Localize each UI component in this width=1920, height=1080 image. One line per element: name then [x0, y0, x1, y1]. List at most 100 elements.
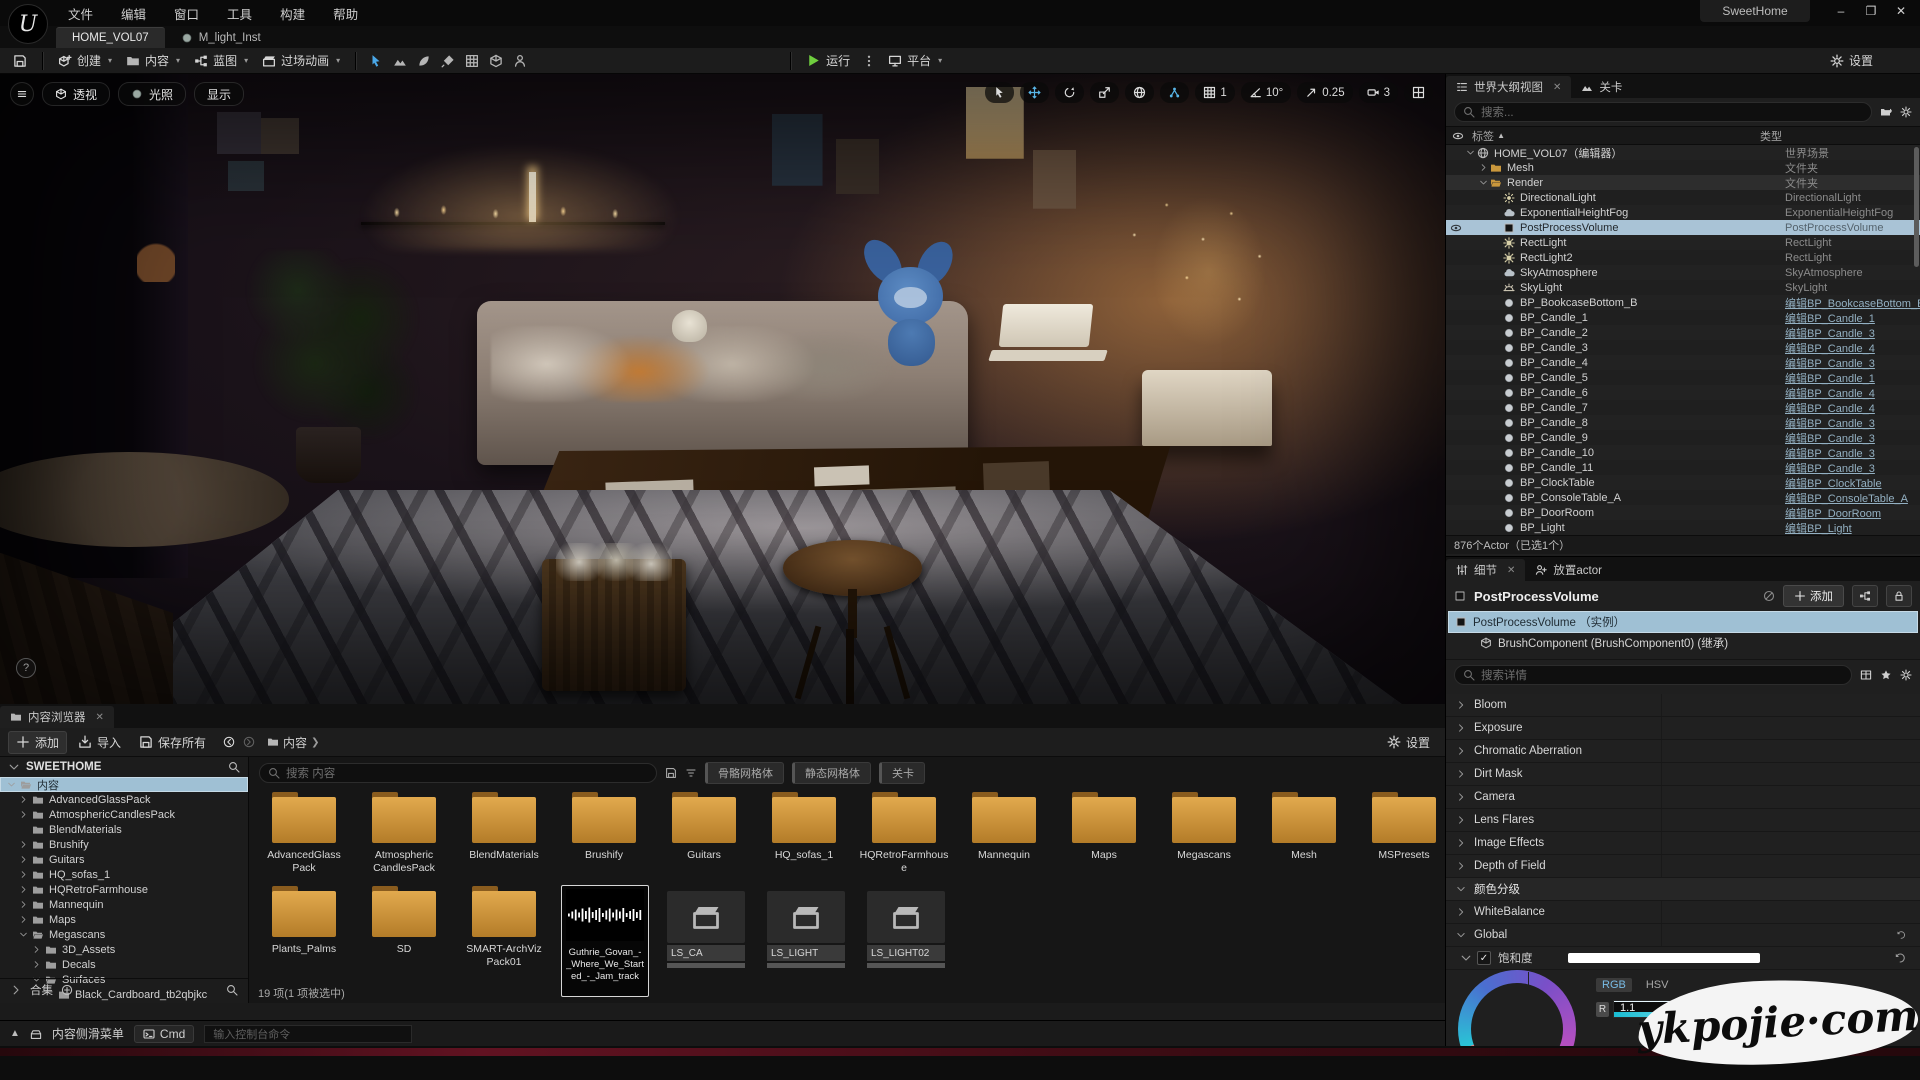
camera-speed-control[interactable]: 3: [1359, 82, 1398, 103]
outliner-row[interactable]: BP_Candle_7编辑BP_Candle_4: [1446, 400, 1920, 415]
property-category-bloom[interactable]: Bloom: [1446, 694, 1920, 717]
show-flags-selector[interactable]: 显示: [194, 82, 244, 106]
expand-arrow-icon[interactable]: [1456, 815, 1466, 825]
details-search-input[interactable]: 搜索详情: [1454, 665, 1852, 685]
menu-file[interactable]: 文件: [54, 0, 107, 26]
actor-type[interactable]: 编辑BP_Candle_3: [1785, 445, 1920, 461]
expand-arrow-icon[interactable]: [1456, 769, 1466, 779]
asset-tile-hqretrofarmhouse[interactable]: HQRetroFarmhouse: [861, 791, 947, 875]
asset-tile-ls_light[interactable]: LS_LIGHT: [763, 885, 849, 997]
outliner-row[interactable]: BP_Candle_6编辑BP_Candle_4: [1446, 385, 1920, 400]
expand-arrow-icon[interactable]: [1456, 838, 1466, 848]
add-collection-icon[interactable]: [61, 984, 73, 996]
asset-tile-plants_palms[interactable]: Plants_Palms: [261, 885, 347, 997]
move-tool-icon[interactable]: [1020, 82, 1049, 103]
lock-icon[interactable]: [1886, 585, 1912, 607]
search-icon[interactable]: [226, 984, 238, 996]
asset-tile-guthrie_govan_-_where_we_started_-_jam_track[interactable]: Guthrie_Govan_-_Where_We_Started_-_Jam_t…: [561, 885, 649, 997]
expand-arrow-icon[interactable]: [32, 960, 41, 969]
expand-arrow-icon[interactable]: [19, 885, 28, 894]
expand-arrow-icon[interactable]: [1456, 792, 1466, 802]
expand-arrow-icon[interactable]: [19, 915, 28, 924]
grid-snap-control[interactable]: 1: [1195, 82, 1234, 103]
perspective-selector[interactable]: 透视: [42, 82, 110, 106]
outliner-row[interactable]: RectLightRectLight: [1446, 235, 1920, 250]
cb-add-button[interactable]: 添加: [8, 731, 67, 754]
menu-build[interactable]: 构建: [266, 0, 319, 26]
cmd-button[interactable]: Cmd: [134, 1025, 194, 1043]
rotate-tool-icon[interactable]: [1055, 82, 1084, 103]
outliner-row[interactable]: HOME_VOL07（编辑器）世界场景: [1446, 145, 1920, 160]
display-mode-icon[interactable]: [1860, 669, 1872, 681]
tab-level[interactable]: HOME_VOL07: [56, 27, 165, 48]
expand-arrow-icon[interactable]: [32, 945, 41, 954]
tab-content-browser[interactable]: 内容浏览器✕: [0, 706, 114, 728]
outliner-row[interactable]: BP_Candle_5编辑BP_Candle_1: [1446, 370, 1920, 385]
folder-tree-item-blendmaterials[interactable]: BlendMaterials: [0, 822, 248, 837]
actor-type[interactable]: 编辑BP_Candle_4: [1785, 340, 1920, 356]
color-wheel[interactable]: [1458, 970, 1576, 1046]
folder-tree-item-atmosphericcandlespack[interactable]: AtmosphericCandlesPack: [0, 807, 248, 822]
expand-drawer-icon[interactable]: ▲: [10, 1028, 20, 1039]
actor-type[interactable]: 编辑BP_Candle_3: [1785, 430, 1920, 446]
actor-type[interactable]: 编辑BP_Candle_4: [1785, 400, 1920, 416]
platforms-button[interactable]: 平台▾: [881, 50, 949, 71]
property-category-lens-flares[interactable]: Lens Flares: [1446, 809, 1920, 832]
cinematics-button[interactable]: 过场动画▾: [255, 50, 347, 71]
asset-tile-blendmaterials[interactable]: BlendMaterials: [461, 791, 547, 875]
actor-type[interactable]: 编辑BP_Candle_3: [1785, 355, 1920, 371]
expand-arrow-icon[interactable]: [19, 795, 28, 804]
expand-arrow-icon[interactable]: [1456, 907, 1466, 917]
expand-arrow-icon[interactable]: [1456, 746, 1466, 756]
menu-help[interactable]: 帮助: [319, 0, 372, 26]
asset-tile-megascans[interactable]: Megascans: [1161, 791, 1247, 875]
details-settings-icon[interactable]: [1900, 669, 1912, 681]
close-tab-icon[interactable]: ✕: [96, 712, 104, 723]
create-button[interactable]: 创建▾: [51, 50, 119, 71]
expand-arrow-icon[interactable]: [1477, 163, 1489, 172]
forward-icon[interactable]: [243, 736, 255, 748]
expand-arrow-icon[interactable]: [19, 840, 28, 849]
outliner-row[interactable]: BP_Candle_9编辑BP_Candle_3: [1446, 430, 1920, 445]
outliner-row[interactable]: BP_Candle_3编辑BP_Candle_4: [1446, 340, 1920, 355]
asset-tile-atmospheric-candlespack[interactable]: Atmospheric CandlesPack: [361, 791, 447, 875]
visibility-column-icon[interactable]: [1452, 130, 1464, 142]
folder-tree-item-megascans[interactable]: Megascans: [0, 927, 248, 942]
property-category-exposure[interactable]: Exposure: [1446, 717, 1920, 740]
actor-type[interactable]: 编辑BP_ClockTable: [1785, 475, 1920, 491]
tab-details[interactable]: 细节✕: [1446, 559, 1525, 581]
property-category-颜色分级[interactable]: 颜色分级: [1446, 878, 1920, 901]
property-category-camera[interactable]: Camera: [1446, 786, 1920, 809]
actor-type[interactable]: 编辑BP_Candle_1: [1785, 370, 1920, 386]
filter-icon[interactable]: [685, 767, 697, 779]
property-category-whitebalance[interactable]: WhiteBalance: [1446, 901, 1920, 924]
expand-arrow-icon[interactable]: [1456, 723, 1466, 733]
collapse-arrow-icon[interactable]: [1456, 930, 1466, 940]
breadcrumb[interactable]: 内容: [283, 734, 307, 751]
folder-tree-item-maps[interactable]: Maps: [0, 912, 248, 927]
content-drawer-icon[interactable]: [30, 1028, 42, 1040]
menu-edit[interactable]: 编辑: [107, 0, 160, 26]
scale-tool-icon[interactable]: [1090, 82, 1119, 103]
outliner-row[interactable]: ExponentialHeightFogExponentialHeightFog: [1446, 205, 1920, 220]
actor-type[interactable]: 编辑BP_ConsoleTable_A: [1785, 490, 1920, 506]
outliner-row[interactable]: BP_ConsoleTable_A编辑BP_ConsoleTable_A: [1446, 490, 1920, 505]
collapse-arrow-icon[interactable]: [1460, 952, 1470, 964]
folder-tree-item-内容[interactable]: 内容: [0, 777, 248, 792]
filter-pill[interactable]: 静态网格体: [792, 762, 871, 784]
folder-tree-item-hq_sofas_1[interactable]: HQ_sofas_1: [0, 867, 248, 882]
asset-tile-maps[interactable]: Maps: [1061, 791, 1147, 875]
outliner-search-input[interactable]: 搜索...: [1454, 102, 1872, 122]
outliner-row[interactable]: BP_Candle_8编辑BP_Candle_3: [1446, 415, 1920, 430]
select-mode-icon[interactable]: [364, 51, 388, 71]
play-button[interactable]: 运行: [799, 50, 857, 71]
expand-arrow-icon[interactable]: [19, 810, 28, 819]
property-category-dirt-mask[interactable]: Dirt Mask: [1446, 763, 1920, 786]
actor-type[interactable]: 编辑BP_Candle_3: [1785, 460, 1920, 476]
folder-tree-item-damaged_concrete_wall_vdcnfcd[interactable]: Damaged_Concrete_Wall_vdcnfcd: [0, 1002, 248, 1003]
restore-button[interactable]: ❐: [1856, 0, 1886, 22]
asset-tile-advancedglass-pack[interactable]: AdvancedGlass Pack: [261, 791, 347, 875]
property-category-global[interactable]: Global: [1446, 924, 1920, 947]
outliner-scrollbar[interactable]: [1914, 147, 1919, 267]
landscape-mode-icon[interactable]: [388, 51, 412, 71]
